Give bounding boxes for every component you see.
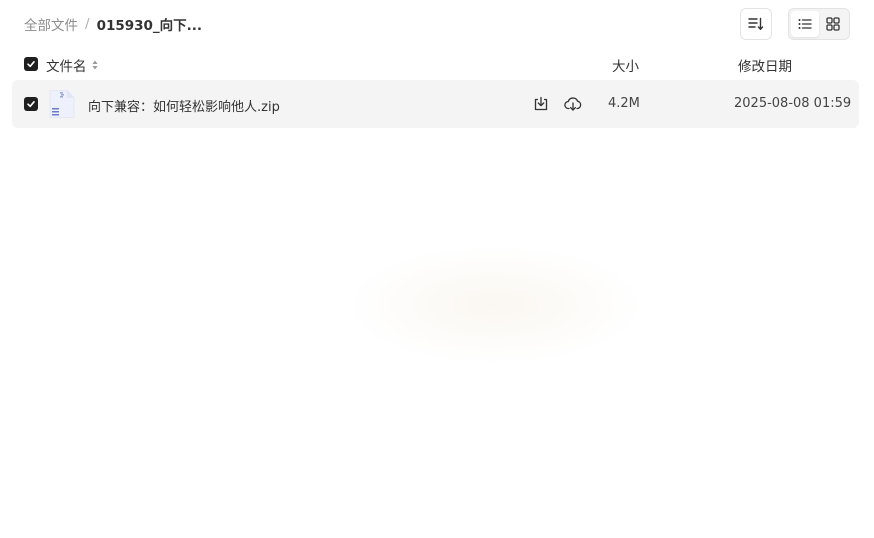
list-view-button[interactable] <box>791 11 819 37</box>
background-watermark <box>345 245 645 365</box>
sort-button[interactable] <box>740 8 772 40</box>
download-button[interactable] <box>532 95 550 113</box>
check-icon <box>27 60 35 68</box>
table-row[interactable]: 向下兼容：如何轻松影响他人.zip 4.2M 2025-08-08 01:59 <box>12 80 859 128</box>
column-header-date[interactable]: 修改日期 <box>738 55 792 75</box>
breadcrumb-current-folder: 015930_向下... <box>96 18 203 34</box>
breadcrumb-root-link[interactable]: 全部文件 <box>24 14 78 34</box>
row-checkbox[interactable] <box>24 97 38 111</box>
breadcrumb: 全部文件 / 015930_向下... <box>24 14 203 34</box>
list-view-icon <box>798 19 812 29</box>
sort-caret-icon <box>91 60 98 70</box>
breadcrumb-separator: / <box>85 16 90 32</box>
column-header-name-label: 文件名 <box>46 59 87 75</box>
save-to-cloud-button[interactable] <box>564 95 582 113</box>
zip-file-icon <box>49 90 75 118</box>
cloud-save-icon <box>564 97 582 111</box>
table-header: 文件名 大小 修改日期 <box>12 50 859 78</box>
file-modified-date: 2025-08-08 01:59 <box>734 96 852 111</box>
file-size: 4.2M <box>608 96 640 111</box>
file-name[interactable]: 向下兼容：如何轻松影响他人.zip <box>88 96 280 115</box>
download-icon <box>534 96 548 111</box>
grid-view-icon <box>826 17 840 31</box>
grid-view-button[interactable] <box>819 11 847 37</box>
column-header-size[interactable]: 大小 <box>612 55 639 75</box>
column-header-name[interactable]: 文件名 <box>46 55 98 75</box>
file-browser: 全部文件 / 015930_向下... 文件名 大小 修改日期 向下兼容：如何轻… <box>0 0 874 538</box>
sort-lines-icon <box>748 17 764 31</box>
view-mode-toggle <box>788 8 850 40</box>
select-all-checkbox[interactable] <box>24 57 38 71</box>
check-icon <box>27 100 35 108</box>
